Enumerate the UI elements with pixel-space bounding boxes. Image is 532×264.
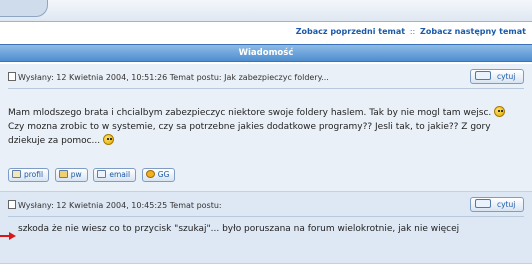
quote-button-label: cytuj	[497, 72, 516, 81]
post-meta-text: Wysłany: 12 Kwietnia 2004, 10:45:25 Tema…	[18, 201, 222, 210]
message-column-header: Wiadomość	[0, 44, 532, 62]
gg-button-label: GG	[157, 170, 170, 179]
top-tab	[0, 0, 48, 17]
topic-navigation: Zobacz poprzedni temat :: Zobacz następn…	[0, 24, 532, 40]
email-button[interactable]: email	[93, 168, 137, 182]
post-document-icon	[8, 72, 16, 81]
post-body: szkoda że nie wiesz co to przycisk "szuk…	[18, 222, 522, 236]
private-message-icon	[58, 170, 68, 178]
quote-icon	[475, 71, 491, 80]
post-meta: Wysłany: 12 Kwietnia 2004, 10:45:25 Tema…	[8, 200, 222, 212]
previous-topic-link[interactable]: Zobacz poprzedni temat	[296, 27, 405, 36]
smiley-icon	[494, 106, 506, 117]
post-divider	[8, 88, 524, 89]
quote-icon	[475, 199, 491, 208]
post-body-text-part2: Czy mozna zrobic to w systemie, czy sa p…	[8, 122, 491, 146]
post-action-buttons: profil pw email GG	[8, 168, 178, 184]
gg-icon	[145, 170, 155, 178]
post-body-text: szkoda że nie wiesz co to przycisk "szuk…	[18, 224, 460, 234]
topic-nav-separator: ::	[409, 27, 416, 36]
smiley-icon	[103, 134, 115, 145]
gg-button[interactable]: GG	[141, 168, 176, 182]
email-icon	[97, 170, 107, 178]
profile-button-label: profil	[24, 170, 44, 179]
post-meta: Wysłany: 12 Kwietnia 2004, 10:51:26 Tema…	[8, 72, 329, 84]
quote-button[interactable]: cytuj	[470, 197, 524, 212]
post-document-icon	[8, 200, 16, 209]
post: Wysłany: 12 Kwietnia 2004, 10:51:26 Tema…	[0, 64, 532, 192]
next-topic-link[interactable]: Zobacz następny temat	[420, 27, 526, 36]
red-arrow-icon	[0, 232, 16, 240]
post: Wysłany: 12 Kwietnia 2004, 10:45:25 Tema…	[0, 192, 532, 264]
post-body-text-part1: Mam mlodszego brata i chcialbym zabezpie…	[8, 108, 492, 118]
quote-button-label: cytuj	[497, 200, 516, 209]
private-message-button-label: pw	[70, 170, 82, 179]
profile-icon	[12, 170, 21, 178]
email-button-label: email	[109, 170, 131, 179]
post-meta-text: Wysłany: 12 Kwietnia 2004, 10:51:26 Tema…	[18, 73, 329, 82]
post-body: Mam mlodszego brata i chcialbym zabezpie…	[8, 106, 522, 148]
quote-button[interactable]: cytuj	[470, 69, 524, 84]
private-message-button[interactable]: pw	[54, 168, 88, 182]
top-strip	[0, 0, 532, 22]
profile-button[interactable]: profil	[8, 168, 50, 182]
post-divider	[8, 216, 524, 217]
